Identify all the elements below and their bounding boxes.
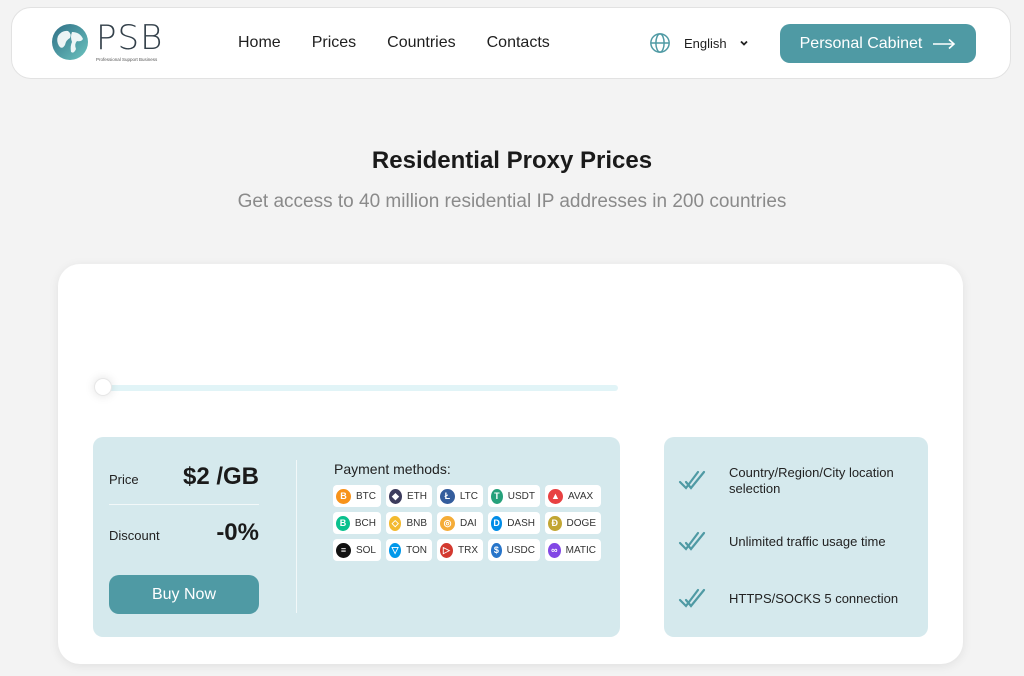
matic-icon: ∞ [548,542,561,558]
discount-row: Discount -0% [109,519,259,547]
payment-method-avax[interactable]: ▲ AVAX [545,485,601,507]
feature-item: HTTPS/SOCKS 5 connection [678,587,914,611]
page-subtitle: Get access to 40 million residential IP … [237,191,787,212]
language-label: English [684,35,727,51]
doge-icon: Đ [548,515,562,531]
price-label: Price [109,472,139,487]
payment-method-bnb[interactable]: ◇ BNB [386,512,432,534]
payment-method-sol[interactable]: ≡ SOL [333,539,381,561]
price-panel: Price $2 /GB Discount -0% Buy Now Paymen… [93,437,620,637]
main-nav: Home Prices Countries Contacts [238,32,581,54]
discount-label: Discount [109,528,160,543]
feature-text: Country/Region/City location selection [729,465,894,496]
price-row: Price $2 /GB [109,463,259,491]
payment-method-label: DOGE [566,517,596,529]
btc-icon: B [336,488,351,504]
feature-text: Unlimited traffic usage time [729,534,886,549]
globe-logo-icon [52,24,88,60]
payment-method-bch[interactable]: B BCH [333,512,381,534]
nav-countries[interactable]: Countries [387,32,455,54]
logo[interactable]: PSB Professional Support Business [50,18,164,62]
payment-method-doge[interactable]: Đ DOGE [545,512,601,534]
nav-prices[interactable]: Prices [312,32,356,54]
payment-methods-title: Payment methods: [334,461,451,477]
double-check-icon [678,588,706,608]
page-title: Residential Proxy Prices [371,147,653,174]
personal-cabinet-label: Personal Cabinet [799,34,923,52]
payment-method-ton[interactable]: ▽ TON [386,539,432,561]
payment-method-label: MATIC [565,544,596,556]
globe-icon [650,33,670,53]
price-divider [109,504,259,505]
avax-icon: ▲ [548,488,563,504]
bnb-icon: ◇ [389,515,402,531]
slider-thumb[interactable] [94,378,112,396]
dai-icon: ◎ [440,515,455,531]
payment-method-usdc[interactable]: $ USDC [488,539,540,561]
dash-icon: D [491,515,503,531]
nav-contacts[interactable]: Contacts [487,32,550,54]
trx-icon: ▷ [440,542,453,558]
payment-method-dai[interactable]: ◎ DAI [437,512,483,534]
discount-value: -0% [216,519,259,546]
payment-method-usdt[interactable]: T USDT [488,485,540,507]
buy-now-button[interactable]: Buy Now [109,575,259,614]
payment-method-label: AVAX [568,490,594,502]
payment-method-trx[interactable]: ▷ TRX [437,539,483,561]
payment-methods-grid: B BTC ◆ ETH Ł LTC T USDT ▲ AVAX B BCH ◇ BNB ◎ DAI D DASH Đ… [333,485,601,561]
payment-method-label: ETH [407,490,427,502]
feature-text: HTTPS/SOCKS 5 connection [729,591,899,606]
payment-method-label: BNB [406,517,427,529]
bch-icon: B [336,515,350,531]
ton-icon: ▽ [389,542,402,558]
ltc-icon: Ł [440,488,455,504]
double-check-icon [678,531,706,551]
language-selector[interactable]: English [649,32,749,54]
payment-method-label: BTC [356,490,376,502]
eth-icon: ◆ [389,488,402,504]
usdc-icon: $ [491,542,502,558]
payment-method-matic[interactable]: ∞ MATIC [545,539,601,561]
price-value: $2 /GB [182,463,259,490]
arrow-right-icon [933,38,956,49]
payment-method-dash[interactable]: D DASH [488,512,540,534]
payment-method-label: USDT [507,490,535,502]
usdt-icon: T [491,488,503,504]
nav-home[interactable]: Home [238,32,281,54]
logo-wordmark: PSB [96,18,164,58]
slider-track[interactable] [102,385,618,391]
payment-method-btc[interactable]: B BTC [333,485,381,507]
payment-method-label: TRX [458,544,478,556]
payment-method-label: BCH [354,517,376,529]
payment-method-label: LTC [459,490,478,502]
payment-method-ltc[interactable]: Ł LTC [437,485,483,507]
payment-method-label: TON [406,544,427,556]
payment-method-label: DAI [460,517,477,529]
payment-method-eth[interactable]: ◆ ETH [386,485,432,507]
traffic-slider[interactable] [94,378,620,396]
pricing-card: Price $2 /GB Discount -0% Buy Now Paymen… [58,264,963,664]
payment-method-label: USDC [506,544,535,556]
vertical-divider [296,460,297,613]
features-panel: Country/Region/City location selection U… [664,437,928,637]
double-check-icon [678,470,706,490]
sol-icon: ≡ [336,542,351,558]
site-header: PSB Professional Support Business Home P… [11,7,1011,79]
chevron-down-icon [740,40,748,46]
feature-item: Unlimited traffic usage time [678,530,914,554]
feature-item: Country/Region/City location selection [678,465,914,497]
personal-cabinet-button[interactable]: Personal Cabinet [780,24,976,63]
payment-method-label: DASH [507,517,535,529]
payment-method-label: SOL [355,544,376,556]
